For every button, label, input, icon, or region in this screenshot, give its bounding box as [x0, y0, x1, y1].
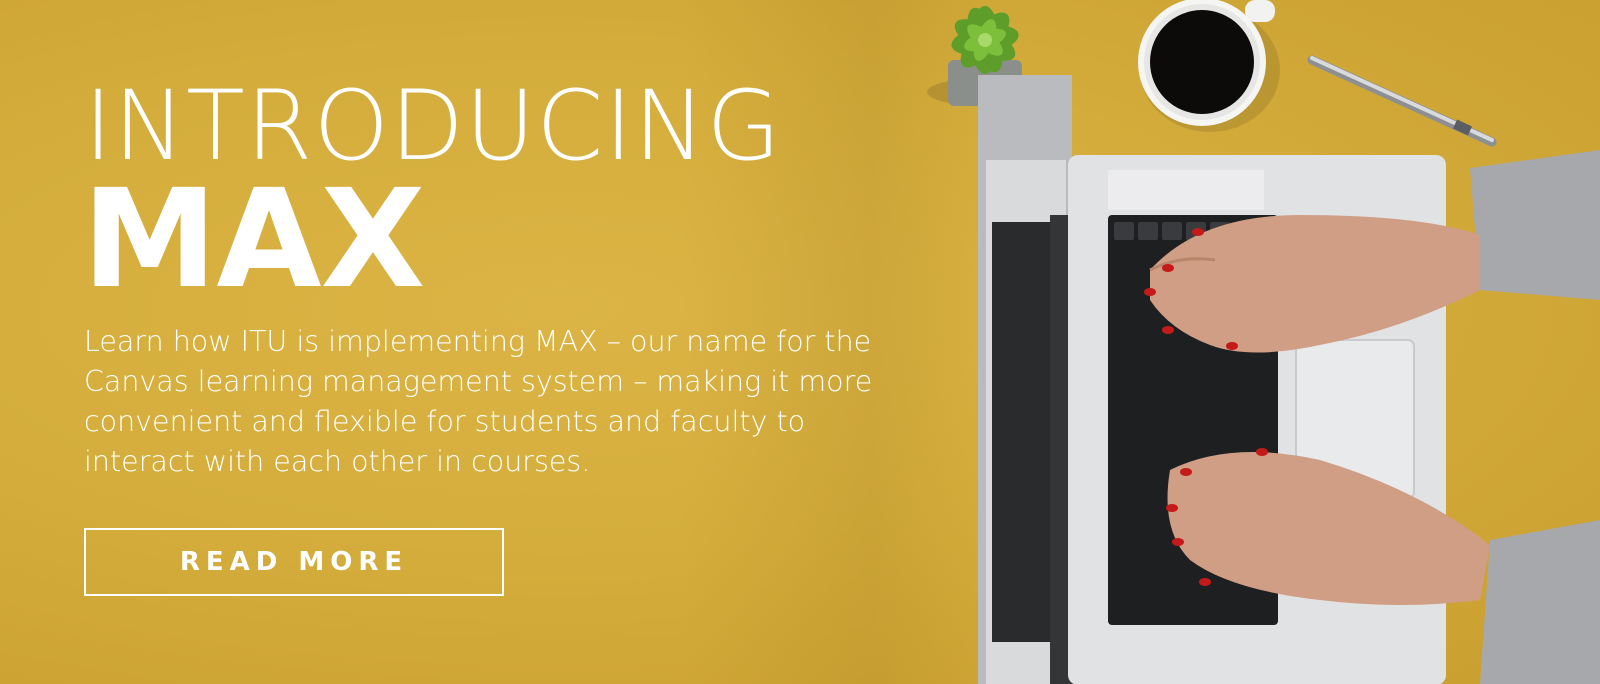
hero-banner: INTRODUCING MAX Learn how ITU is impleme…	[0, 0, 1600, 684]
intro-heading: INTRODUCING	[84, 70, 782, 182]
coffee-cup	[1138, 0, 1280, 132]
pen	[1307, 55, 1497, 147]
hero-description: Learn how ITU is implementing MAX – our …	[84, 325, 873, 478]
product-name-heading: MAX	[82, 161, 425, 319]
read-more-button[interactable]: READ MORE	[84, 528, 504, 596]
